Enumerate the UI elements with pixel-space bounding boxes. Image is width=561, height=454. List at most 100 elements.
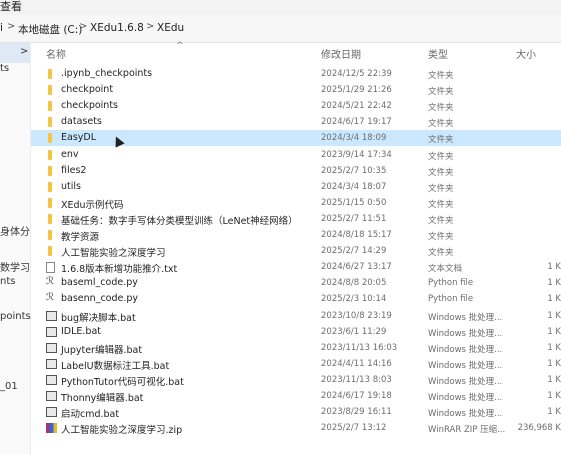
file-name: 1.6.8版本新增功能推介.txt <box>61 264 178 276</box>
nav-expand-chevron-icon[interactable]: > <box>20 46 28 57</box>
python-file-icon: ℛ <box>46 276 54 288</box>
file-date: 2024/4/11 14:16 <box>321 358 392 369</box>
file-size: 1 K <box>547 407 561 418</box>
batch-file-icon <box>46 358 57 369</box>
file-type: Windows 批处理... <box>428 312 503 323</box>
folder-row[interactable]: 基础任务：数字手写体分类模型训练（LeNet神经网络） 2025/2/7 11:5… <box>31 211 561 227</box>
file-type: Windows 批处理... <box>428 328 503 339</box>
folder-row[interactable]: utils 2024/3/4 18:07 文件夹 <box>31 179 561 195</box>
navigation-pane: > ts 身体分 数学习 nts points _01 <box>0 43 31 454</box>
nav-item[interactable]: ts <box>0 63 9 74</box>
file-type: Windows 批处理... <box>428 360 503 371</box>
column-header-type[interactable]: 类型 <box>428 46 448 61</box>
batch-file-icon <box>46 407 57 418</box>
file-row[interactable]: PythonTutor代码可视化.bat 2023/11/13 8:03 Windo… <box>31 372 561 388</box>
folder-icon <box>48 101 52 112</box>
file-type: 文件夹 <box>428 103 454 114</box>
text-file-icon <box>46 262 55 274</box>
batch-file-icon <box>46 310 57 321</box>
folder-icon <box>48 117 52 128</box>
folder-row[interactable]: 人工智能实验之深度学习 2025/2/7 14:29 文件夹 <box>31 243 561 259</box>
column-header-size[interactable]: 大小 <box>516 46 536 61</box>
file-date: 2025/1/29 21:26 <box>321 85 392 96</box>
file-type: 文件夹 <box>428 71 454 81</box>
file-date: 2024/8/18 15:17 <box>321 230 392 240</box>
file-name: checkpoints <box>61 100 118 112</box>
python-file-icon: ℛ <box>46 292 54 304</box>
nav-item[interactable]: points <box>0 311 31 322</box>
file-date: 2025/2/7 11:51 <box>321 213 387 224</box>
file-name: files2 <box>61 164 87 176</box>
folder-row[interactable]: checkpoints 2024/5/21 22:42 文件夹 <box>31 98 561 114</box>
file-row[interactable]: 人工智能实验之深度学习.zip 2025/2/7 13:12 WinRAR ZIP … <box>31 420 561 436</box>
nav-item[interactable]: 身体分 <box>0 223 30 238</box>
file-row[interactable]: Jupyter编辑器.bat 2023/11/13 16:03 Windows 批处… <box>31 340 561 356</box>
file-row[interactable]: ℛbasenn_code.py 2025/2/3 10:14 Python file… <box>31 291 561 307</box>
folder-icon <box>48 213 52 224</box>
nav-item[interactable]: 数学习 <box>0 259 30 274</box>
menu-strip: 查看 <box>0 0 561 15</box>
file-name: 教学资源 <box>61 232 100 243</box>
file-type: 文件夹 <box>428 167 454 178</box>
file-type: Windows 批处理... <box>428 344 503 355</box>
breadcrumb-separator-icon[interactable]: > <box>146 21 154 32</box>
folder-icon <box>48 165 52 176</box>
folder-row[interactable]: .ipynb_checkpoints 2024/12/5 22:39 文件夹 <box>31 66 561 82</box>
file-type: WinRAR ZIP 压缩... <box>428 425 506 436</box>
file-size: 1 K <box>547 262 561 273</box>
breadcrumb-drive[interactable]: 本地磁盘 (C:) <box>18 22 82 37</box>
file-type: Windows 批处理... <box>428 393 503 403</box>
nav-item[interactable]: nts <box>0 276 15 287</box>
nav-item[interactable]: _01 <box>0 381 18 392</box>
file-row[interactable]: LabelU数据标注工具.bat 2024/4/11 14:16 Windows 批… <box>31 356 561 372</box>
breadcrumb-xedu168[interactable]: XEdu1.6.8 <box>90 22 144 34</box>
file-size: 1 K <box>547 310 561 321</box>
folder-icon <box>48 197 52 208</box>
file-date: 2023/11/13 16:03 <box>321 342 398 353</box>
breadcrumb-separator-icon[interactable]: > <box>7 21 15 32</box>
file-name: 基础任务：数字手写体分类模型训练（LeNet神经网络） <box>61 215 298 227</box>
file-row[interactable]: ℛbaseml_code.py 2024/8/8 20:05 Python file… <box>31 275 561 291</box>
file-date: 2024/5/21 22:42 <box>321 101 392 112</box>
folder-row[interactable]: files2 2025/2/7 10:35 文件夹 <box>31 163 561 179</box>
file-row[interactable]: bug解决脚本.bat 2023/10/8 23:19 Windows 批处理...… <box>31 308 561 324</box>
sort-ascending-icon: ^ <box>176 41 184 51</box>
file-date: 2024/12/5 22:39 <box>321 69 392 79</box>
folder-row[interactable]: 教学资源 2024/8/18 15:17 文件夹 <box>31 227 561 243</box>
file-name: Jupyter编辑器.bat <box>61 344 143 356</box>
folder-row[interactable]: checkpoint 2025/1/29 21:26 文件夹 <box>31 82 561 98</box>
batch-file-icon <box>46 326 57 337</box>
file-type: Windows 批处理... <box>428 376 503 387</box>
file-row[interactable]: 启动cmd.bat 2023/8/29 16:11 Windows 批处理... 1 … <box>31 404 561 420</box>
file-type: 文件夹 <box>428 199 454 210</box>
file-date: 2023/8/29 16:11 <box>321 407 392 418</box>
breadcrumb-prev[interactable]: i <box>0 22 3 34</box>
file-name: LabelU数据标注工具.bat <box>61 360 170 372</box>
folder-icon <box>48 69 52 79</box>
file-name: datasets <box>61 116 102 128</box>
folder-row[interactable]: datasets 2024/6/17 19:17 文件夹 <box>31 114 561 130</box>
file-name: XEdu示例代码 <box>61 199 124 211</box>
file-row[interactable]: 1.6.8版本新增功能推介.txt 2024/6/27 13:17 文本文档 1 K <box>31 259 561 275</box>
file-size: 1 K <box>547 342 561 353</box>
view-menu[interactable]: 查看 <box>0 0 22 13</box>
file-name: .ipynb_checkpoints <box>61 68 153 79</box>
folder-row[interactable]: env 2023/9/14 17:34 文件夹 <box>31 147 561 163</box>
file-name: 启动cmd.bat <box>61 409 120 421</box>
file-date: 2024/6/17 19:18 <box>321 391 392 401</box>
file-size: 1 K <box>547 358 561 369</box>
file-row[interactable]: IDLE.bat 2023/6/1 11:29 Windows 批处理... 1 K <box>31 324 561 340</box>
file-date: 2024/6/17 19:17 <box>321 117 392 128</box>
breadcrumb-separator-icon[interactable]: > <box>79 21 87 32</box>
file-date: 2025/2/7 10:35 <box>321 165 387 176</box>
address-bar[interactable]: i > 本地磁盘 (C:) > XEdu1.6.8 > XEdu <box>0 15 561 43</box>
file-type: 文件夹 <box>428 215 454 226</box>
file-date: 2025/2/3 10:14 <box>321 294 387 305</box>
breadcrumb-xedu[interactable]: XEdu <box>157 22 184 34</box>
file-name: checkpoint <box>61 84 114 96</box>
file-type: Python file <box>428 278 474 289</box>
column-header-date[interactable]: 修改日期 <box>321 46 361 61</box>
folder-row[interactable]: XEdu示例代码 2025/1/15 0:50 文件夹 <box>31 195 561 211</box>
file-row[interactable]: Thonny编辑器.bat 2024/6/17 19:18 Windows 批处理.… <box>31 388 561 404</box>
column-header-name[interactable]: 名称 <box>46 46 66 61</box>
